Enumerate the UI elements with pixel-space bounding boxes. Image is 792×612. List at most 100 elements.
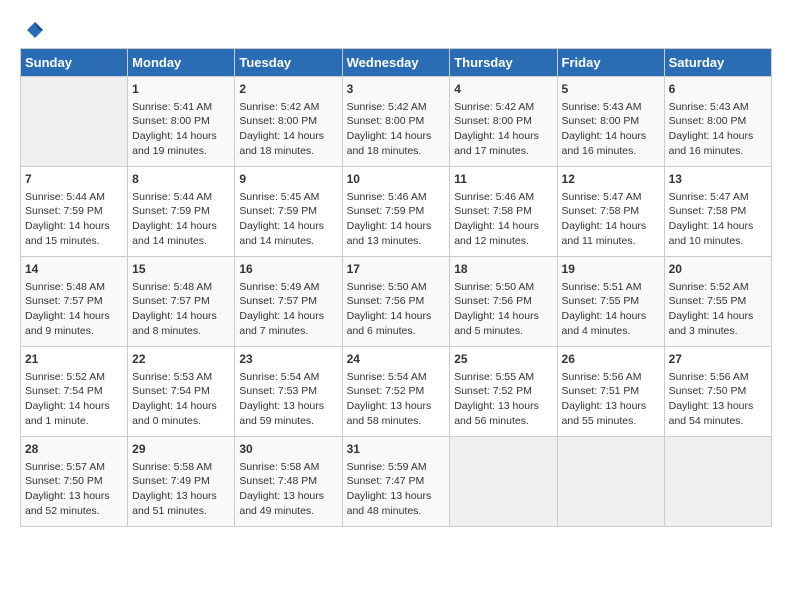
day-number: 20 <box>669 261 767 278</box>
day-info-line: and 14 minutes. <box>132 234 230 249</box>
day-info-line: Sunset: 7:50 PM <box>25 474 123 489</box>
day-info-line: Sunrise: 5:47 AM <box>669 190 767 205</box>
day-info-line: Daylight: 13 hours <box>454 399 552 414</box>
calendar-day-cell: 30Sunrise: 5:58 AMSunset: 7:48 PMDayligh… <box>235 437 342 527</box>
weekday-header: Wednesday <box>342 49 450 77</box>
calendar-day-cell: 18Sunrise: 5:50 AMSunset: 7:56 PMDayligh… <box>450 257 557 347</box>
calendar-week-row: 28Sunrise: 5:57 AMSunset: 7:50 PMDayligh… <box>21 437 772 527</box>
day-info-line: Sunrise: 5:51 AM <box>562 280 660 295</box>
calendar-table: SundayMondayTuesdayWednesdayThursdayFrid… <box>20 48 772 527</box>
day-info-line: Sunrise: 5:56 AM <box>562 370 660 385</box>
calendar-day-cell: 3Sunrise: 5:42 AMSunset: 8:00 PMDaylight… <box>342 77 450 167</box>
day-number: 6 <box>669 81 767 98</box>
day-info-line: Sunset: 7:54 PM <box>25 384 123 399</box>
day-number: 4 <box>454 81 552 98</box>
day-number: 14 <box>25 261 123 278</box>
day-number: 18 <box>454 261 552 278</box>
calendar-day-cell: 5Sunrise: 5:43 AMSunset: 8:00 PMDaylight… <box>557 77 664 167</box>
calendar-day-cell: 17Sunrise: 5:50 AMSunset: 7:56 PMDayligh… <box>342 257 450 347</box>
calendar-day-cell: 23Sunrise: 5:54 AMSunset: 7:53 PMDayligh… <box>235 347 342 437</box>
calendar-day-cell: 29Sunrise: 5:58 AMSunset: 7:49 PMDayligh… <box>128 437 235 527</box>
day-number: 29 <box>132 441 230 458</box>
calendar-day-cell: 6Sunrise: 5:43 AMSunset: 8:00 PMDaylight… <box>664 77 771 167</box>
calendar-day-cell: 27Sunrise: 5:56 AMSunset: 7:50 PMDayligh… <box>664 347 771 437</box>
weekday-header: Thursday <box>450 49 557 77</box>
day-info-line: and 5 minutes. <box>454 324 552 339</box>
day-info-line: Sunrise: 5:45 AM <box>239 190 337 205</box>
day-info-line: Sunset: 7:54 PM <box>132 384 230 399</box>
day-info-line: Sunset: 8:00 PM <box>562 114 660 129</box>
day-info-line: Daylight: 14 hours <box>669 129 767 144</box>
day-info-line: Sunrise: 5:46 AM <box>347 190 446 205</box>
day-number: 12 <box>562 171 660 188</box>
day-info-line: Sunset: 7:59 PM <box>132 204 230 219</box>
day-info-line: Sunset: 7:55 PM <box>669 294 767 309</box>
day-info-line: Sunset: 8:00 PM <box>669 114 767 129</box>
day-info-line: Sunset: 8:00 PM <box>347 114 446 129</box>
day-number: 3 <box>347 81 446 98</box>
day-info-line: Daylight: 14 hours <box>25 399 123 414</box>
day-info-line: Sunset: 7:59 PM <box>347 204 446 219</box>
page-header <box>20 20 772 38</box>
calendar-week-row: 14Sunrise: 5:48 AMSunset: 7:57 PMDayligh… <box>21 257 772 347</box>
calendar-day-cell: 8Sunrise: 5:44 AMSunset: 7:59 PMDaylight… <box>128 167 235 257</box>
day-info-line: Sunset: 7:53 PM <box>239 384 337 399</box>
day-info-line: Daylight: 14 hours <box>454 309 552 324</box>
day-number: 19 <box>562 261 660 278</box>
calendar-week-row: 7Sunrise: 5:44 AMSunset: 7:59 PMDaylight… <box>21 167 772 257</box>
day-info-line: Sunrise: 5:50 AM <box>454 280 552 295</box>
day-info-line: Sunset: 8:00 PM <box>132 114 230 129</box>
day-number: 5 <box>562 81 660 98</box>
calendar-day-cell: 7Sunrise: 5:44 AMSunset: 7:59 PMDaylight… <box>21 167 128 257</box>
weekday-header: Tuesday <box>235 49 342 77</box>
day-info-line: Sunrise: 5:43 AM <box>562 100 660 115</box>
header-row: SundayMondayTuesdayWednesdayThursdayFrid… <box>21 49 772 77</box>
day-info-line: Daylight: 14 hours <box>562 219 660 234</box>
day-info-line: Daylight: 13 hours <box>239 399 337 414</box>
day-info-line: Sunrise: 5:54 AM <box>239 370 337 385</box>
day-info-line: Daylight: 14 hours <box>132 219 230 234</box>
day-number: 21 <box>25 351 123 368</box>
day-number: 26 <box>562 351 660 368</box>
day-number: 10 <box>347 171 446 188</box>
day-info-line: and 54 minutes. <box>669 414 767 429</box>
day-info-line: Sunset: 7:52 PM <box>347 384 446 399</box>
day-info-line: and 1 minute. <box>25 414 123 429</box>
calendar-day-cell: 10Sunrise: 5:46 AMSunset: 7:59 PMDayligh… <box>342 167 450 257</box>
day-info-line: Sunrise: 5:56 AM <box>669 370 767 385</box>
day-info-line: Daylight: 14 hours <box>239 129 337 144</box>
day-info-line: and 52 minutes. <box>25 504 123 519</box>
day-info-line: Sunrise: 5:42 AM <box>239 100 337 115</box>
day-info-line: Sunrise: 5:52 AM <box>25 370 123 385</box>
weekday-header: Friday <box>557 49 664 77</box>
weekday-header: Sunday <box>21 49 128 77</box>
day-info-line: Sunrise: 5:58 AM <box>239 460 337 475</box>
day-info-line: Sunrise: 5:48 AM <box>25 280 123 295</box>
calendar-day-cell: 2Sunrise: 5:42 AMSunset: 8:00 PMDaylight… <box>235 77 342 167</box>
day-info-line: and 55 minutes. <box>562 414 660 429</box>
day-info-line: Sunrise: 5:42 AM <box>454 100 552 115</box>
day-info-line: Daylight: 14 hours <box>454 129 552 144</box>
day-info-line: Sunrise: 5:57 AM <box>25 460 123 475</box>
day-info-line: Daylight: 14 hours <box>132 309 230 324</box>
day-info-line: and 11 minutes. <box>562 234 660 249</box>
calendar-week-row: 1Sunrise: 5:41 AMSunset: 8:00 PMDaylight… <box>21 77 772 167</box>
empty-cell <box>450 437 557 527</box>
day-number: 24 <box>347 351 446 368</box>
day-info-line: and 16 minutes. <box>562 144 660 159</box>
day-info-line: and 10 minutes. <box>669 234 767 249</box>
calendar-day-cell: 1Sunrise: 5:41 AMSunset: 8:00 PMDaylight… <box>128 77 235 167</box>
day-info-line: and 3 minutes. <box>669 324 767 339</box>
logo-icon <box>21 20 43 42</box>
day-info-line: Daylight: 14 hours <box>347 309 446 324</box>
day-info-line: and 7 minutes. <box>239 324 337 339</box>
day-info-line: Sunrise: 5:42 AM <box>347 100 446 115</box>
calendar-day-cell: 31Sunrise: 5:59 AMSunset: 7:47 PMDayligh… <box>342 437 450 527</box>
day-info-line: Sunset: 7:58 PM <box>562 204 660 219</box>
day-info-line: and 56 minutes. <box>454 414 552 429</box>
day-number: 17 <box>347 261 446 278</box>
day-info-line: Sunset: 7:52 PM <box>454 384 552 399</box>
day-info-line: Sunrise: 5:55 AM <box>454 370 552 385</box>
day-info-line: Daylight: 13 hours <box>669 399 767 414</box>
day-info-line: Sunrise: 5:44 AM <box>132 190 230 205</box>
